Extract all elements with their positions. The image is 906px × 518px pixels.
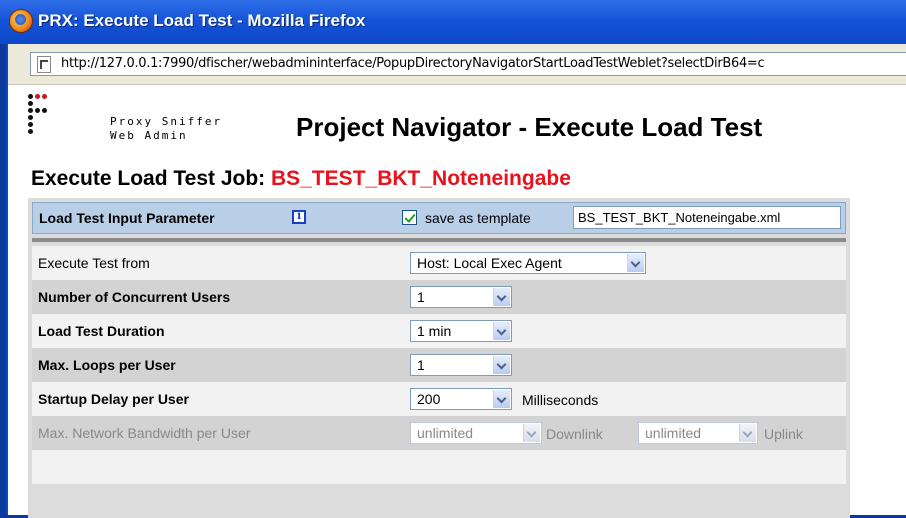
test-duration-value: 1 min [417, 323, 452, 339]
row-bandwidth: Max. Network Bandwidth per User unlimite… [32, 416, 846, 450]
startup-delay-value: 200 [417, 391, 441, 407]
page-title: Project Navigator - Execute Load Test [296, 112, 763, 142]
max-loops-value: 1 [417, 357, 425, 373]
test-duration-label: Load Test Duration [38, 323, 165, 339]
address-bar[interactable]: http://127.0.0.1:7990/dfischer/webadmini… [30, 52, 906, 76]
brand-text: Proxy Sniffer Web Admin [110, 115, 222, 143]
concurrent-users-select[interactable]: 1 [410, 286, 512, 308]
brand-line2: Web Admin [110, 129, 188, 142]
chevron-down-icon[interactable] [493, 288, 510, 306]
navigation-toolbar: http://127.0.0.1:7990/dfischer/webadmini… [8, 44, 906, 85]
downlink-select[interactable]: unlimited [410, 422, 542, 444]
url-text[interactable]: http://127.0.0.1:7990/dfischer/webadmini… [61, 56, 765, 71]
window-title: PRX: Execute Load Test - Mozilla Firefox [38, 11, 366, 30]
proxy-sniffer-logo-icon [28, 94, 68, 144]
window-title-bar[interactable]: PRX: Execute Load Test - Mozilla Firefox [0, 0, 906, 44]
job-name: BS_TEST_BKT_Noteneingabe [271, 167, 571, 190]
row-concurrent-users: Number of Concurrent Users 1 [32, 280, 846, 314]
startup-delay-select[interactable]: 200 [410, 388, 512, 410]
execute-from-value: Host: Local Exec Agent [417, 255, 562, 271]
uplink-value: unlimited [645, 425, 702, 441]
row-test-duration: Load Test Duration 1 min [32, 314, 846, 348]
browser-window: http://127.0.0.1:7990/dfischer/webadmini… [6, 44, 906, 518]
max-loops-select[interactable]: 1 [410, 354, 512, 376]
startup-delay-label: Startup Delay per User [38, 391, 189, 407]
row-next-partial [32, 450, 846, 484]
concurrent-users-value: 1 [417, 289, 425, 305]
max-loops-label: Max. Loops per User [38, 357, 176, 373]
execute-from-label: Execute Test from [38, 255, 150, 271]
row-max-loops: Max. Loops per User 1 [32, 348, 846, 382]
chevron-down-icon[interactable] [627, 254, 644, 272]
brand-line1: Proxy Sniffer [110, 115, 223, 128]
header-separator [32, 238, 846, 242]
load-test-parameters-panel: Load Test Input Parameter save as templa… [28, 198, 850, 518]
chevron-down-icon[interactable] [493, 356, 510, 374]
firefox-icon [9, 9, 33, 33]
row-startup-delay: Startup Delay per User 200 Milliseconds [32, 382, 846, 416]
panel-header: Load Test Input Parameter save as templa… [32, 202, 846, 234]
concurrent-users-label: Number of Concurrent Users [38, 289, 231, 305]
uplink-select[interactable]: unlimited [638, 422, 758, 444]
chevron-down-icon[interactable] [739, 424, 756, 442]
save-as-template-label: save as template [425, 210, 531, 226]
uplink-label: Uplink [764, 426, 803, 442]
page-favicon-icon [37, 56, 51, 73]
panel-header-label: Load Test Input Parameter [39, 210, 215, 226]
chevron-down-icon[interactable] [493, 390, 510, 408]
downlink-label: Downlink [546, 426, 603, 442]
save-as-template-checkbox[interactable] [402, 210, 417, 225]
chevron-down-icon[interactable] [493, 322, 510, 340]
startup-delay-unit: Milliseconds [522, 392, 599, 408]
template-filename-input[interactable] [573, 206, 841, 229]
execute-from-select[interactable]: Host: Local Exec Agent [410, 252, 646, 274]
info-icon[interactable] [292, 209, 306, 224]
bandwidth-label: Max. Network Bandwidth per User [38, 425, 251, 441]
job-heading: Execute Load Test Job: BS_TEST_BKT_Noten… [31, 167, 571, 191]
test-duration-select[interactable]: 1 min [410, 320, 512, 342]
downlink-value: unlimited [417, 425, 474, 441]
chevron-down-icon[interactable] [523, 424, 540, 442]
job-prefix: Execute Load Test Job: [31, 167, 271, 190]
row-execute-from: Execute Test from Host: Local Exec Agent [32, 246, 846, 280]
